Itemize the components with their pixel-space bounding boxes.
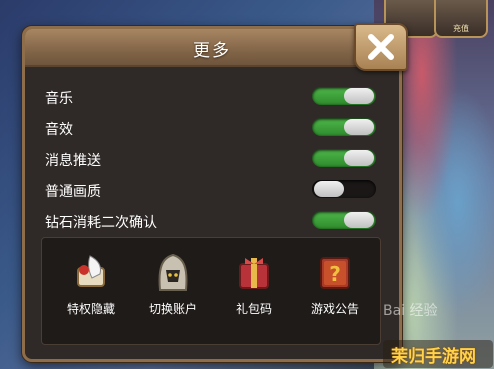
setting-label-music: 音乐 xyxy=(45,91,73,107)
toggle-music[interactable] xyxy=(312,87,376,105)
action-game-announcement[interactable]: ? 游戏公告 xyxy=(300,248,370,317)
toggle-push-notifications[interactable] xyxy=(312,149,376,167)
setting-row-normal-quality: 普通画质 xyxy=(45,176,381,207)
watermark: Bai 经验 xyxy=(383,303,438,319)
top-bar-recharge-label: 充值 xyxy=(453,24,469,33)
toggle-knob xyxy=(314,181,344,197)
dialog-title: 更多 xyxy=(193,41,231,61)
close-button[interactable] xyxy=(354,23,408,71)
toggle-knob xyxy=(344,88,374,104)
hooded-figure-icon xyxy=(158,253,188,291)
setting-row-music: 音乐 xyxy=(45,83,381,114)
action-switch-account[interactable]: 切换账户 xyxy=(138,248,208,317)
corner-site-badge-label: 茉归手游网 xyxy=(391,347,476,367)
toggle-sound-effects[interactable] xyxy=(312,118,376,136)
setting-label-push-notifications: 消息推送 xyxy=(45,153,101,169)
action-gift-code[interactable]: 礼包码 xyxy=(219,248,289,317)
question-book-icon: ? xyxy=(320,257,350,289)
toggle-knob xyxy=(344,212,374,228)
setting-row-push-notifications: 消息推送 xyxy=(45,145,381,176)
action-label-privilege-hide: 特权隐藏 xyxy=(66,302,115,316)
corner-site-badge: 茉归手游网 xyxy=(383,340,493,368)
dialog-header: 更多 xyxy=(25,29,399,67)
toggle-diamond-confirm[interactable] xyxy=(312,211,376,229)
toggle-normal-quality[interactable] xyxy=(312,180,376,198)
svg-text:?: ? xyxy=(329,262,341,286)
close-icon xyxy=(368,34,394,60)
setting-label-diamond-confirm: 钻石消耗二次确认 xyxy=(45,215,157,231)
setting-label-sound-effects: 音效 xyxy=(45,122,73,138)
action-label-gift-code: 礼包码 xyxy=(235,302,272,316)
action-privilege-hide[interactable]: 特权隐藏 xyxy=(56,248,126,317)
top-bar-recharge-button[interactable]: 充值 xyxy=(434,0,488,38)
gift-pack-icon xyxy=(239,258,269,289)
setting-label-normal-quality: 普通画质 xyxy=(45,184,101,200)
toggle-knob xyxy=(344,150,374,166)
more-settings-dialog: 更多 音乐 音效 消息推送 普通画质 钻石消耗二次确认 特权隐藏 切换账户 礼包… xyxy=(22,23,408,362)
setting-row-diamond-confirm: 钻石消耗二次确认 xyxy=(45,207,381,238)
settings-list: 音乐 音效 消息推送 普通画质 钻石消耗二次确认 xyxy=(45,83,381,238)
action-label-game-announcement: 游戏公告 xyxy=(310,302,359,316)
actions-panel: 特权隐藏 切换账户 礼包码 ? 游戏公告 xyxy=(41,237,381,345)
setting-row-sound-effects: 音效 xyxy=(45,114,381,145)
scroll-feather-icon xyxy=(77,255,105,287)
action-label-switch-account: 切换账户 xyxy=(148,302,197,316)
toggle-knob xyxy=(344,119,374,135)
